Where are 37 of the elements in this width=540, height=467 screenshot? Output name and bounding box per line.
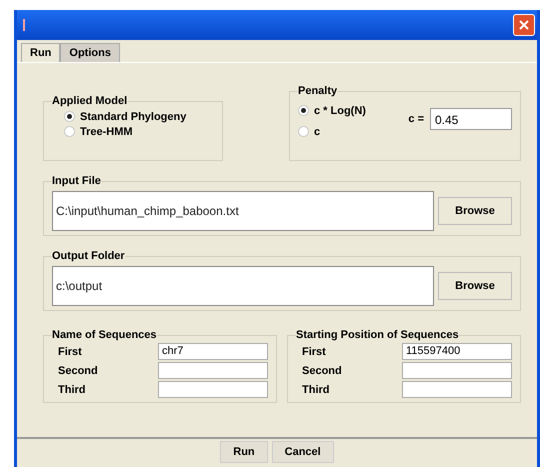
input-field[interactable]: [402, 381, 512, 398]
group-label: Applied Model: [52, 95, 128, 107]
radio-button[interactable]: [298, 105, 309, 116]
group-label: Input File: [52, 175, 101, 187]
input-field[interactable]: 0.45: [430, 108, 512, 130]
tab[interactable]: Options: [60, 43, 120, 62]
group-label: Penalty: [298, 85, 338, 97]
input-field[interactable]: [158, 362, 268, 379]
browse-button[interactable]: Browse: [438, 272, 512, 300]
field-label: c =: [408, 113, 424, 125]
radio-label[interactable]: Tree-HMM: [80, 126, 133, 138]
dialog-button[interactable]: Cancel: [272, 441, 334, 463]
group-label: Output Folder: [52, 250, 125, 262]
input-field[interactable]: 115597400: [402, 343, 512, 360]
path-field[interactable]: C:\input\human_chimp_baboon.txt: [52, 191, 434, 231]
radio-label[interactable]: c * Log(N): [314, 104, 366, 116]
field-label: Second: [302, 364, 343, 376]
field-label: Third: [302, 384, 330, 396]
input-field[interactable]: chr7: [158, 343, 268, 360]
group-label: Starting Position of Sequences: [296, 329, 459, 341]
field-label: Second: [58, 364, 99, 376]
input-field[interactable]: [402, 362, 512, 379]
close-icon[interactable]: [513, 14, 535, 36]
input-field[interactable]: [158, 381, 268, 398]
radio-button[interactable]: [64, 111, 75, 122]
tab[interactable]: Run: [21, 43, 60, 62]
radio-button[interactable]: [64, 126, 75, 137]
browse-button[interactable]: Browse: [438, 197, 512, 225]
radio-button[interactable]: [298, 126, 309, 137]
radio-label[interactable]: Standard Phylogeny: [80, 110, 186, 122]
radio-label[interactable]: c: [314, 126, 320, 138]
group-label: Name of Sequences: [52, 329, 157, 341]
path-field[interactable]: c:\output: [52, 266, 434, 306]
dialog-button[interactable]: Run: [220, 441, 268, 463]
field-label: First: [302, 346, 327, 358]
field-label: First: [58, 346, 83, 358]
field-label: Third: [58, 384, 86, 396]
